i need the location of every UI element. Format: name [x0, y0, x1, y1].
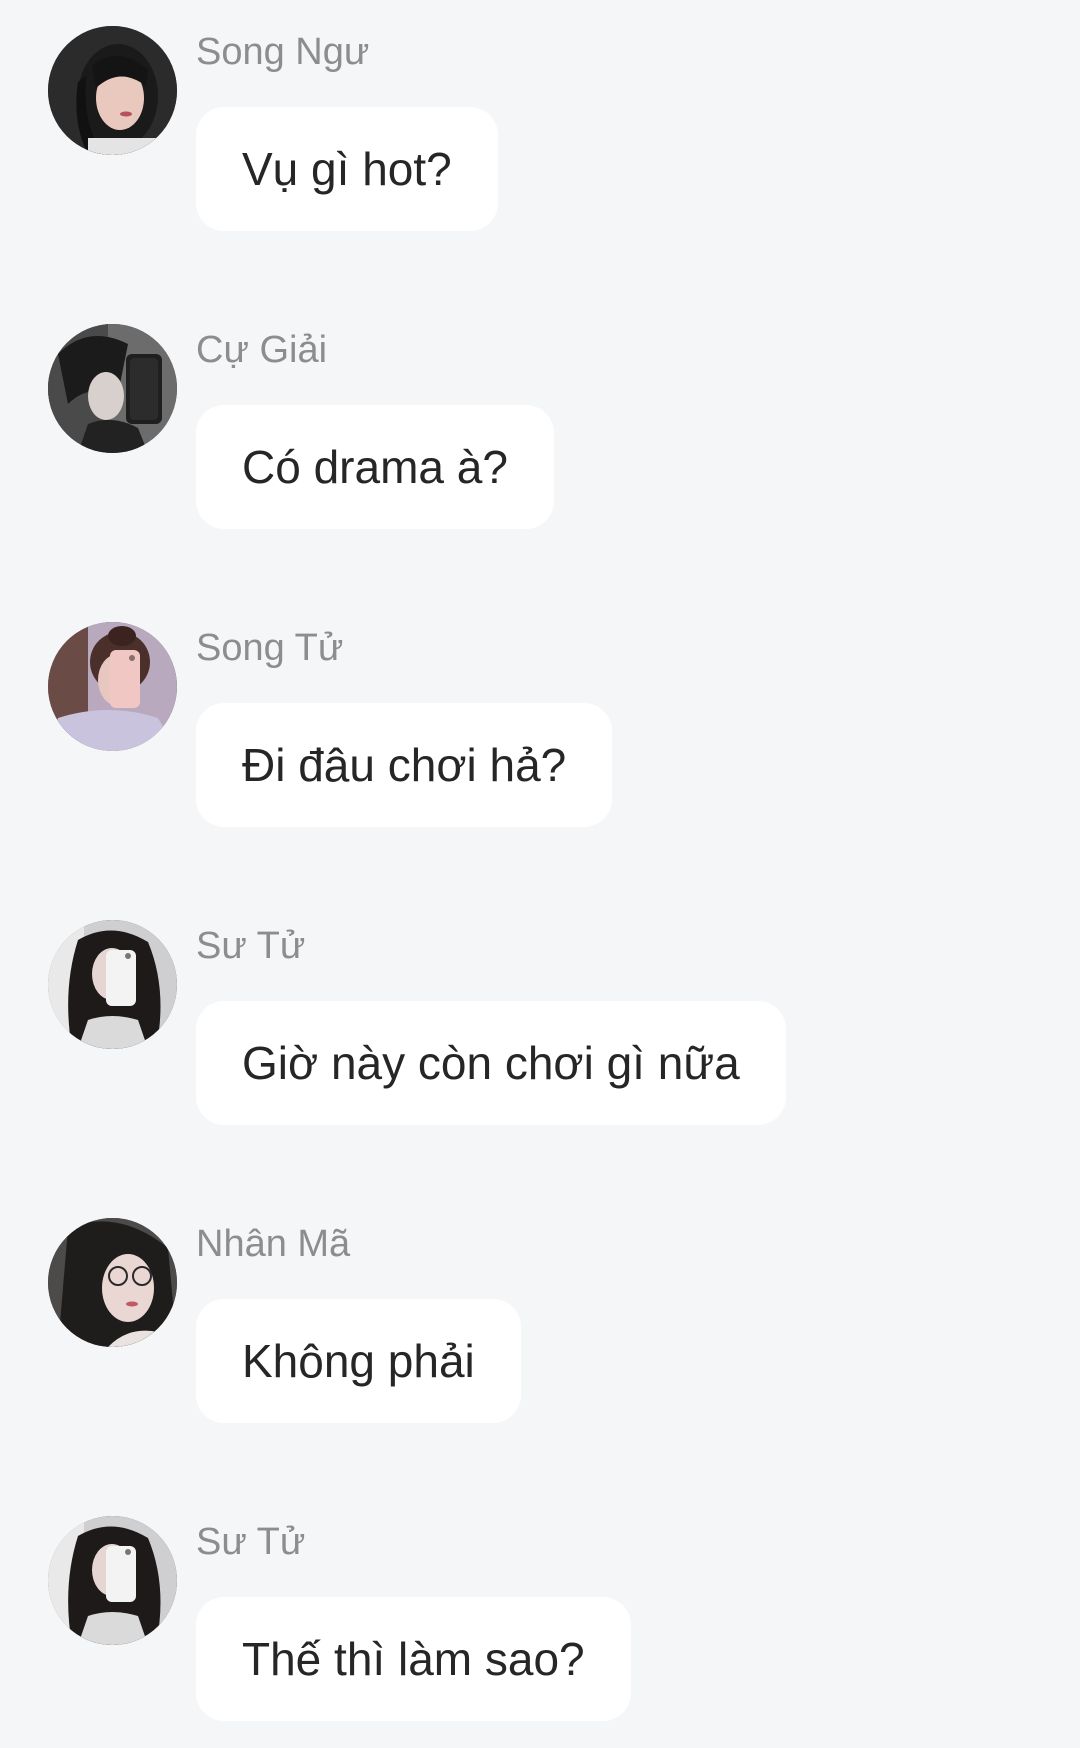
avatar[interactable] [48, 920, 177, 1049]
sender-name: Nhân Mã [196, 1223, 351, 1265]
avatar-image [48, 622, 177, 751]
sender-name: Sư Tử [196, 925, 306, 967]
chat-message: Sư Tử Giờ này còn chơi gì nữa [0, 894, 1080, 1134]
avatar[interactable] [48, 1218, 177, 1347]
avatar[interactable] [48, 26, 177, 155]
message-bubble[interactable]: Có drama à? [196, 405, 554, 529]
message-bubble[interactable]: Vụ gì hot? [196, 107, 498, 231]
message-text: Vụ gì hot? [242, 143, 452, 195]
message-text: Có drama à? [242, 441, 508, 493]
chat-message: Song Tử Đi đâu chơi hả? [0, 596, 1080, 836]
sender-name: Song Ngư [196, 31, 370, 73]
avatar-image [48, 1516, 177, 1645]
avatar-image [48, 324, 177, 453]
message-text: Đi đâu chơi hả? [242, 739, 567, 791]
chat-thread: Song Ngư Vụ gì hot? Cự Giải Có drama à? [0, 0, 1080, 1748]
message-text: Thế thì làm sao? [242, 1633, 585, 1685]
chat-message: Sư Tử Thế thì làm sao? [0, 1490, 1080, 1730]
message-bubble[interactable]: Đi đâu chơi hả? [196, 703, 613, 827]
avatar[interactable] [48, 324, 177, 453]
message-text: Giờ này còn chơi gì nữa [242, 1037, 740, 1089]
message-bubble[interactable]: Thế thì làm sao? [196, 1597, 631, 1721]
avatar-image [48, 26, 177, 155]
chat-message: Cự Giải Có drama à? [0, 298, 1080, 538]
avatar-image [48, 1218, 177, 1347]
message-text: Không phải [242, 1335, 475, 1387]
message-bubble[interactable]: Không phải [196, 1299, 521, 1423]
sender-name: Song Tử [196, 627, 344, 669]
sender-name: Sư Tử [196, 1521, 306, 1563]
message-bubble[interactable]: Giờ này còn chơi gì nữa [196, 1001, 786, 1125]
chat-message: Nhân Mã Không phải [0, 1192, 1080, 1432]
avatar[interactable] [48, 622, 177, 751]
sender-name: Cự Giải [196, 329, 328, 371]
avatar-image [48, 920, 177, 1049]
avatar[interactable] [48, 1516, 177, 1645]
chat-message: Song Ngư Vụ gì hot? [0, 0, 1080, 240]
